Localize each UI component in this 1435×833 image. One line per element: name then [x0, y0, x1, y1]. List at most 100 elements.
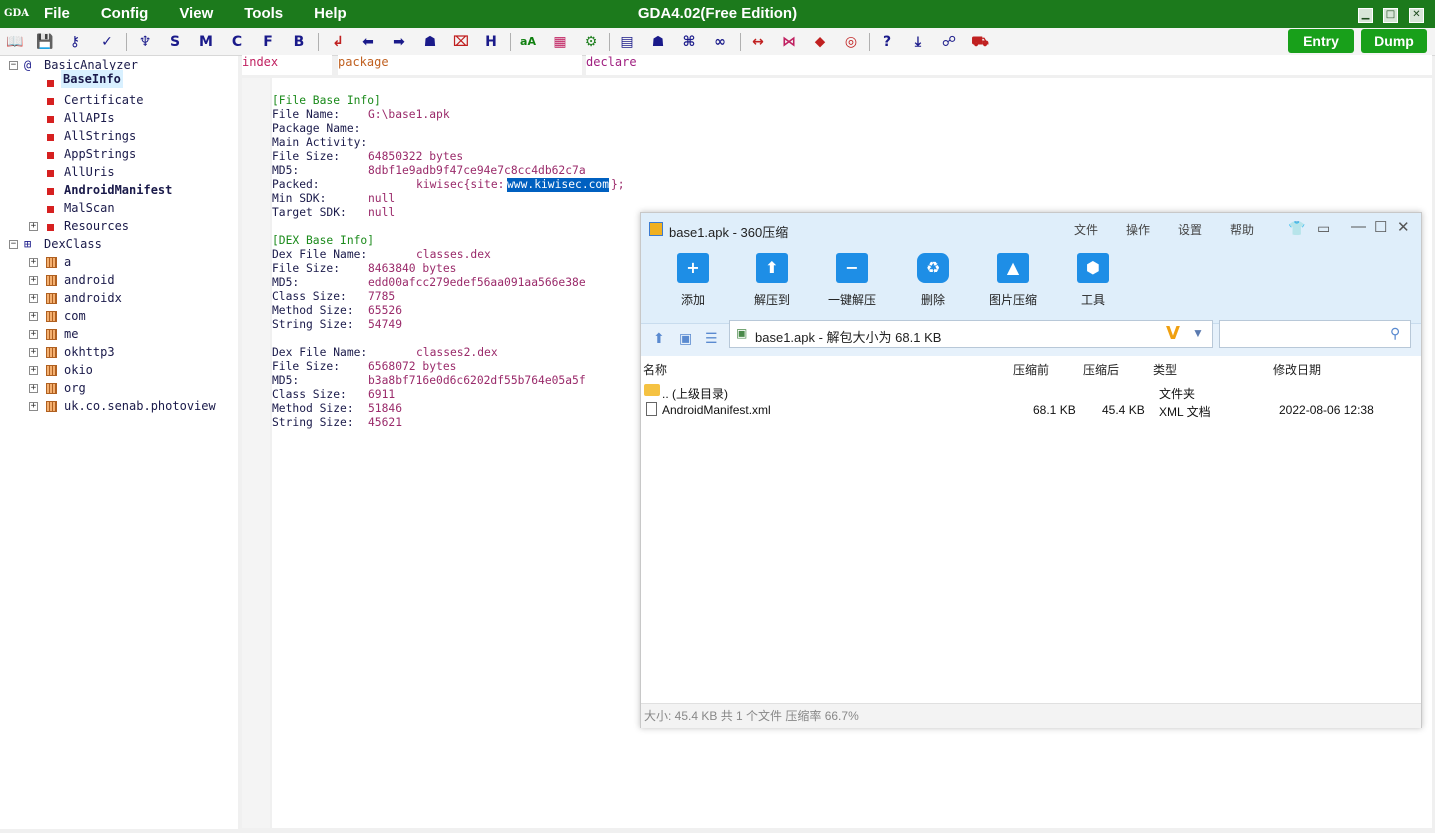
thumbnail-view-icon[interactable]: ▣ — [679, 330, 692, 347]
search-field-button[interactable]: F — [258, 32, 278, 52]
column-header-declare[interactable]: declare — [586, 55, 1432, 75]
v-logo-icon[interactable]: V — [1166, 323, 1180, 344]
tree-package-me[interactable]: me — [64, 325, 78, 343]
open-book-icon[interactable]: 📖 — [5, 32, 25, 52]
tree-package-org[interactable]: org — [64, 379, 86, 397]
tree-item-allstrings[interactable]: AllStrings — [64, 127, 136, 145]
search-icon[interactable]: ⚲ — [1390, 325, 1400, 342]
menu-tools[interactable]: Tools — [244, 0, 283, 28]
image-compress-button[interactable]: ▲ 图片压缩 — [978, 253, 1048, 308]
tree-package-android[interactable]: android — [64, 271, 115, 289]
tree-root-dexclass[interactable]: DexClass — [44, 235, 102, 253]
path-dropdown-icon[interactable]: ▼ — [1192, 326, 1204, 340]
link-icon[interactable]: ∞ — [710, 32, 730, 52]
expand-icon[interactable]: + — [29, 312, 38, 321]
chain-icon[interactable]: ⋈ — [779, 32, 799, 52]
expand-icon[interactable]: + — [29, 402, 38, 411]
collapse-icon[interactable]: − — [9, 240, 18, 249]
up-arrow-icon[interactable]: ⬆ — [653, 330, 665, 347]
col-name[interactable]: 名称 — [643, 361, 667, 378]
delete-button[interactable]: ♻ 删除 — [898, 253, 968, 308]
skin-icon[interactable]: 👕 — [1288, 220, 1305, 237]
robot-icon[interactable]: ☗ — [648, 32, 668, 52]
dump-button[interactable]: Dump — [1361, 29, 1427, 53]
search-string-button[interactable]: S — [165, 32, 185, 52]
document-icon[interactable]: ▤ — [617, 32, 637, 52]
tree-package-androidx[interactable]: androidx — [64, 289, 122, 307]
col-date[interactable]: 修改日期 — [1273, 361, 1321, 378]
row-parent-name[interactable]: .. (上级目录) — [662, 385, 728, 402]
users-icon[interactable]: ☍ — [939, 32, 959, 52]
gear-icon[interactable]: ⚙ — [581, 32, 601, 52]
tree-item-certificate[interactable]: Certificate — [64, 91, 143, 109]
tree-package-a[interactable]: a — [64, 253, 71, 271]
search-method-button[interactable]: M — [196, 32, 216, 52]
expand-icon[interactable]: + — [29, 330, 38, 339]
key-icon[interactable]: ⚷ — [65, 32, 85, 52]
col-type[interactable]: 类型 — [1153, 361, 1177, 378]
list-view-icon[interactable]: ☰ — [705, 330, 718, 347]
archive-close-button[interactable]: ✕ — [1397, 218, 1410, 236]
save-icon[interactable]: 💾 — [35, 32, 55, 52]
collapse-icon[interactable]: − — [9, 61, 18, 70]
forward-arrow-icon[interactable]: ➡ — [389, 32, 409, 52]
extract-to-button[interactable]: ⬆ 解压到 — [737, 253, 807, 308]
tree-item-androidmanifest[interactable]: AndroidManifest — [64, 181, 172, 199]
download-icon[interactable]: ⤓ — [908, 32, 928, 52]
tree-icon[interactable]: ♆ — [135, 32, 155, 52]
close-button[interactable]: ✕ — [1409, 8, 1424, 23]
expand-icon[interactable]: + — [29, 276, 38, 285]
search-byte-button[interactable]: B — [289, 32, 309, 52]
tree-item-allapis[interactable]: AllAPIs — [64, 109, 115, 127]
tools-button[interactable]: ⬢ 工具 — [1058, 253, 1128, 308]
expand-icon[interactable]: + — [29, 366, 38, 375]
tree-package-uk-co-senab-photoview[interactable]: uk.co.senab.photoview — [64, 397, 216, 415]
archive-menu-operate[interactable]: 操作 — [1126, 221, 1150, 238]
download-diamond-icon[interactable]: ⬥ — [810, 32, 830, 52]
entry-button[interactable]: Entry — [1288, 29, 1354, 53]
menu-view[interactable]: View — [179, 0, 213, 28]
android-icon[interactable]: ☗ — [420, 32, 440, 52]
col-size-after[interactable]: 压缩后 — [1083, 361, 1119, 378]
col-size-before[interactable]: 压缩前 — [1013, 361, 1049, 378]
expand-arrows-icon[interactable]: ↔ — [748, 32, 768, 52]
column-header-index[interactable]: index — [242, 55, 332, 75]
maximize-button[interactable]: □ — [1383, 8, 1398, 23]
path-field[interactable]: ▣ base1.apk - 解包大小为 68.1 KB V ▼ — [729, 320, 1213, 348]
color-grid-icon[interactable]: ▦ — [550, 32, 570, 52]
return-icon[interactable]: ↲ — [328, 32, 348, 52]
tree-item-malscan[interactable]: MalScan — [64, 199, 115, 217]
archive-menu-file[interactable]: 文件 — [1074, 221, 1098, 238]
command-icon[interactable]: ⌘ — [679, 32, 699, 52]
menu-config[interactable]: Config — [101, 0, 148, 28]
expand-icon[interactable]: + — [29, 294, 38, 303]
search-class-button[interactable]: C — [227, 32, 247, 52]
one-click-extract-button[interactable]: − 一键解压 — [817, 253, 887, 308]
expand-icon[interactable]: + — [29, 384, 38, 393]
archive-minimize-button[interactable]: — — [1351, 218, 1366, 235]
tree-package-com[interactable]: com — [64, 307, 86, 325]
add-button[interactable]: + 添加 — [658, 253, 728, 308]
fingerprint-icon[interactable]: ◎ — [841, 32, 861, 52]
archive-menu-settings[interactable]: 设置 — [1178, 221, 1202, 238]
tree-package-okhttp3[interactable]: okhttp3 — [64, 343, 115, 361]
cart-icon[interactable]: ⛟ — [970, 32, 990, 52]
menu-file[interactable]: File — [44, 0, 70, 28]
tree-package-okio[interactable]: okio — [64, 361, 93, 379]
menu-help[interactable]: Help — [314, 0, 347, 28]
archive-search-input[interactable]: ⚲ — [1219, 320, 1411, 348]
font-icon[interactable]: aA — [518, 32, 538, 52]
archive-maximize-button[interactable]: ☐ — [1374, 218, 1387, 236]
expand-icon[interactable]: + — [29, 258, 38, 267]
row-manifest-name[interactable]: AndroidManifest.xml — [662, 403, 771, 417]
back-arrow-icon[interactable]: ⬅ — [358, 32, 378, 52]
hex-button[interactable]: H — [481, 32, 501, 52]
tree-item-resources[interactable]: Resources — [64, 217, 129, 235]
expand-icon[interactable]: + — [29, 222, 38, 231]
expand-icon[interactable]: + — [29, 348, 38, 357]
packed-site-selection[interactable]: www.kiwisec.com — [507, 178, 610, 192]
close-file-icon[interactable]: ⌧ — [451, 32, 471, 52]
tree-item-baseinfo[interactable]: BaseInfo — [61, 70, 123, 88]
check-icon[interactable]: ✓ — [97, 32, 117, 52]
tree-item-appstrings[interactable]: AppStrings — [64, 145, 136, 163]
